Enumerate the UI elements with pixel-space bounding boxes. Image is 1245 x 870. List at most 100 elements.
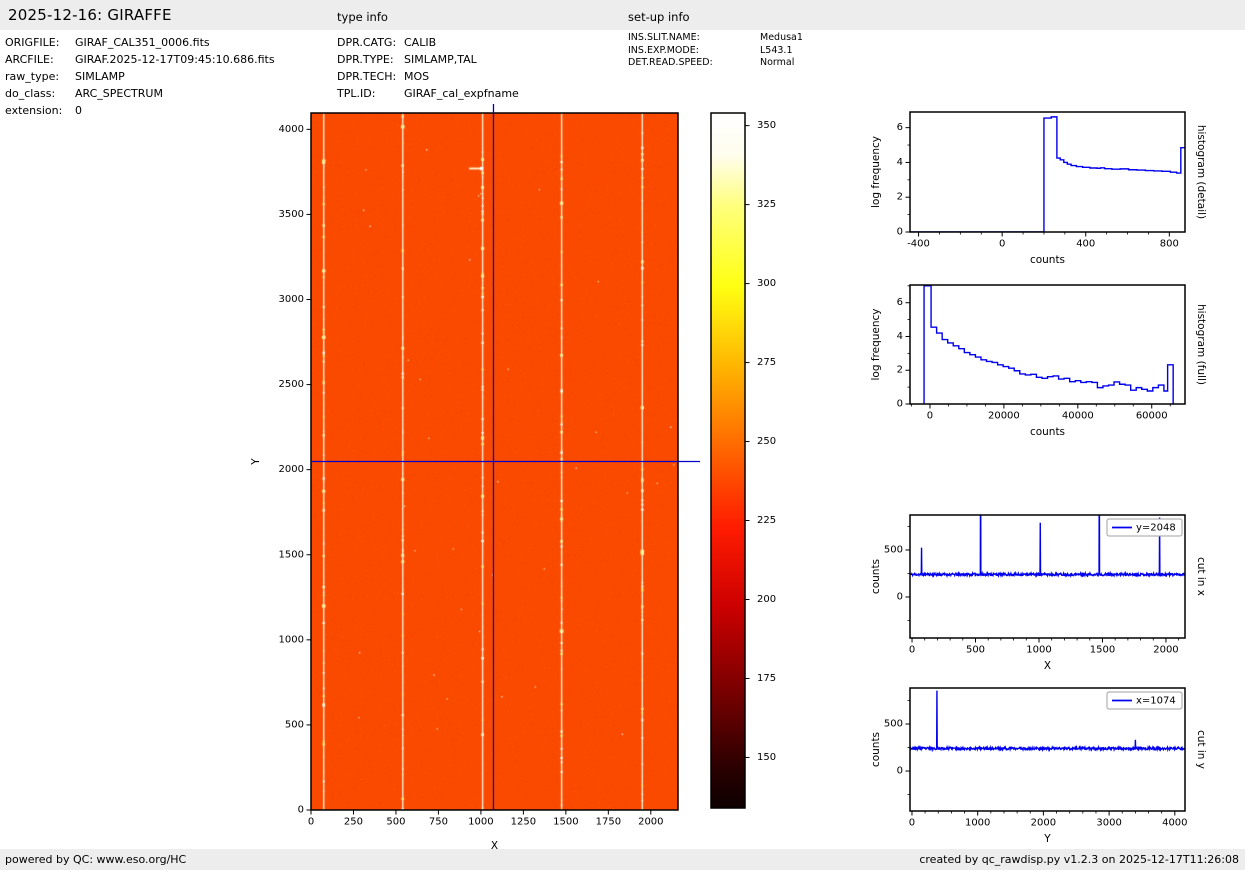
main-x-tick-label: 1000 bbox=[468, 816, 493, 827]
type-info-label: DPR.CATG: bbox=[337, 36, 397, 49]
cut_x-legend-label: y=2048 bbox=[1136, 523, 1176, 534]
page-title: 2025-12-16: GIRAFFE bbox=[8, 6, 172, 24]
type-info-value: MOS bbox=[404, 70, 430, 83]
cut_x-x-tick-label: 2000 bbox=[1153, 644, 1178, 655]
setup-info-label: INS.EXP.MODE: bbox=[628, 44, 699, 56]
main-y-tick-label: 500 bbox=[285, 719, 304, 730]
footer-bar: powered by QC: www.eso.org/HC created by… bbox=[0, 849, 1245, 870]
hist_full-y-tick-label: 2 bbox=[897, 365, 903, 376]
main-x-tick-label: 1500 bbox=[553, 816, 578, 827]
footer-right-text: created by qc_rawdisp.py v1.2.3 on 2025-… bbox=[919, 853, 1239, 866]
cut_x-curve bbox=[910, 515, 1185, 579]
type-info-value: SIMLAMP,TAL bbox=[404, 53, 477, 66]
hist_full-y-axis-label: log frequency bbox=[870, 308, 882, 380]
file-info-row: do_class: ARC_SPECTRUM bbox=[5, 85, 275, 102]
cut_y-x-axis-label: Y bbox=[1043, 833, 1051, 845]
setup-info-value: Normal bbox=[760, 57, 795, 68]
cut_y-legend-box bbox=[1106, 691, 1183, 710]
hist_detail-y-tick-label: 2 bbox=[897, 192, 903, 203]
colorbar-tick-label: 325 bbox=[757, 199, 776, 210]
hist_detail-curve bbox=[910, 116, 1185, 232]
hist_detail-y-tick-label: 0 bbox=[897, 227, 903, 238]
setup-info-heading: set-up info bbox=[628, 10, 690, 24]
cut_y-curve bbox=[910, 690, 1185, 753]
main-y-tick-label: 3500 bbox=[279, 209, 304, 220]
hist_detail-y-tick-label: 6 bbox=[897, 122, 903, 133]
setup-info-row: INS.EXP.MODE: L543.1 bbox=[628, 45, 803, 58]
hist_full-x-tick-label: 40000 bbox=[1062, 410, 1094, 421]
setup-info-row: INS.SLIT.NAME: Medusa1 bbox=[628, 32, 803, 45]
header-bar bbox=[0, 0, 1245, 30]
cut_y-y-tick-label: 500 bbox=[884, 719, 903, 730]
footer-left-text: powered by QC: www.eso.org/HC bbox=[5, 853, 187, 866]
raw-image-canvas bbox=[311, 113, 678, 810]
file-info-value: GIRAF.2025-12-17T09:45:10.686.fits bbox=[75, 53, 275, 66]
main-y-tick-label: 1500 bbox=[279, 549, 304, 560]
hist_detail-y-tick-label: 4 bbox=[897, 157, 903, 168]
cut_y-right-axis-label: cut in y bbox=[1195, 730, 1207, 769]
type-info-label: DPR.TECH: bbox=[337, 70, 397, 83]
hist_detail-x-tick-label: 400 bbox=[1076, 238, 1095, 249]
setup-info-list: INS.SLIT.NAME: Medusa1 INS.EXP.MODE: L543.1… bbox=[628, 32, 803, 70]
setup-info-value: L543.1 bbox=[760, 44, 793, 56]
setup-info-label: DET.READ.SPEED: bbox=[628, 57, 713, 68]
colorbar-tick-label: 275 bbox=[757, 357, 776, 368]
cut_x-x-axis-label: X bbox=[1044, 660, 1051, 672]
type-info-row: DPR.TECH: MOS bbox=[337, 68, 519, 85]
cut_x-y-axis-label: counts bbox=[870, 559, 882, 594]
cut_x-y-tick-label: 500 bbox=[884, 544, 903, 555]
main-y-axis-label: Y bbox=[250, 458, 262, 466]
hist_full-x-tick-label: 60000 bbox=[1136, 410, 1168, 421]
cut_x-x-tick-label: 500 bbox=[966, 644, 985, 655]
cut_x-x-tick-label: 1500 bbox=[1090, 644, 1115, 655]
hist_full-x-tick-label: 0 bbox=[927, 410, 933, 421]
type-info-row: TPL.ID: GIRAF_cal_expfname bbox=[337, 85, 519, 102]
cut_y-x-tick-label: 2000 bbox=[1031, 817, 1056, 828]
file-info-list: ORIGFILE: GIRAF_CAL351_0006.fits ARCFILE: G… bbox=[5, 34, 275, 119]
type-info-heading: type info bbox=[337, 10, 388, 24]
colorbar-tick-label: 225 bbox=[757, 515, 776, 526]
file-info-value: 0 bbox=[75, 104, 82, 117]
main-y-tick-label: 0 bbox=[298, 805, 304, 816]
colorbar-tick-label: 175 bbox=[757, 673, 776, 684]
hist_full-y-tick-label: 0 bbox=[897, 399, 903, 410]
cut_y-frame bbox=[909, 687, 1186, 812]
main-x-tick-label: 1750 bbox=[596, 816, 621, 827]
file-info-label: do_class: bbox=[5, 87, 56, 100]
colorbar-tick-label: 150 bbox=[757, 752, 776, 763]
main-y-tick-label: 4000 bbox=[279, 124, 304, 135]
main-y-tick-label: 2000 bbox=[279, 464, 304, 475]
file-info-row: raw_type: SIMLAMP bbox=[5, 68, 275, 85]
hist_full-x-axis-label: counts bbox=[1030, 426, 1065, 438]
file-info-label: ORIGFILE: bbox=[5, 36, 60, 49]
hist_detail-x-tick-label: 800 bbox=[1160, 238, 1179, 249]
colorbar-tick-label: 250 bbox=[757, 436, 776, 447]
type-info-value: CALIB bbox=[404, 36, 437, 49]
type-info-label: TPL.ID: bbox=[337, 87, 376, 100]
cut_x-x-tick-label: 1000 bbox=[1026, 644, 1051, 655]
file-info-label: raw_type: bbox=[5, 70, 60, 83]
file-info-label: extension: bbox=[5, 104, 63, 117]
hist_detail-frame bbox=[909, 111, 1186, 233]
file-info-value: GIRAF_CAL351_0006.fits bbox=[75, 36, 210, 49]
setup-info-label: INS.SLIT.NAME: bbox=[628, 32, 700, 43]
file-info-row: ARCFILE: GIRAF.2025-12-17T09:45:10.686.fi… bbox=[5, 51, 275, 68]
main-x-tick-label: 250 bbox=[344, 816, 363, 827]
main-x-tick-label: 1250 bbox=[511, 816, 536, 827]
hist_detail-x-tick-label: -400 bbox=[907, 238, 930, 249]
hist_full-x-tick-label: 20000 bbox=[988, 410, 1020, 421]
cut_y-y-axis-label: counts bbox=[870, 732, 882, 767]
setup-info-value: Medusa1 bbox=[760, 32, 803, 43]
cut_y-x-tick-label: 1000 bbox=[965, 817, 990, 828]
file-info-value: ARC_SPECTRUM bbox=[75, 87, 163, 100]
main-y-tick-label: 3000 bbox=[279, 294, 304, 305]
cut_x-y-tick-label: 0 bbox=[897, 592, 903, 603]
colorbar-tick-label: 300 bbox=[757, 278, 776, 289]
cut_x-x-tick-label: 0 bbox=[909, 644, 915, 655]
qc-report-page: 2025-12-16: GIRAFFE type info set-up inf… bbox=[0, 0, 1245, 870]
file-info-label: ARCFILE: bbox=[5, 53, 54, 66]
file-info-row: extension: 0 bbox=[5, 102, 275, 119]
hist_detail-right-axis-label: histogram (detail) bbox=[1195, 125, 1207, 219]
colorbar-tick-label: 350 bbox=[757, 120, 776, 131]
colorbar-tick-label: 200 bbox=[757, 594, 776, 605]
